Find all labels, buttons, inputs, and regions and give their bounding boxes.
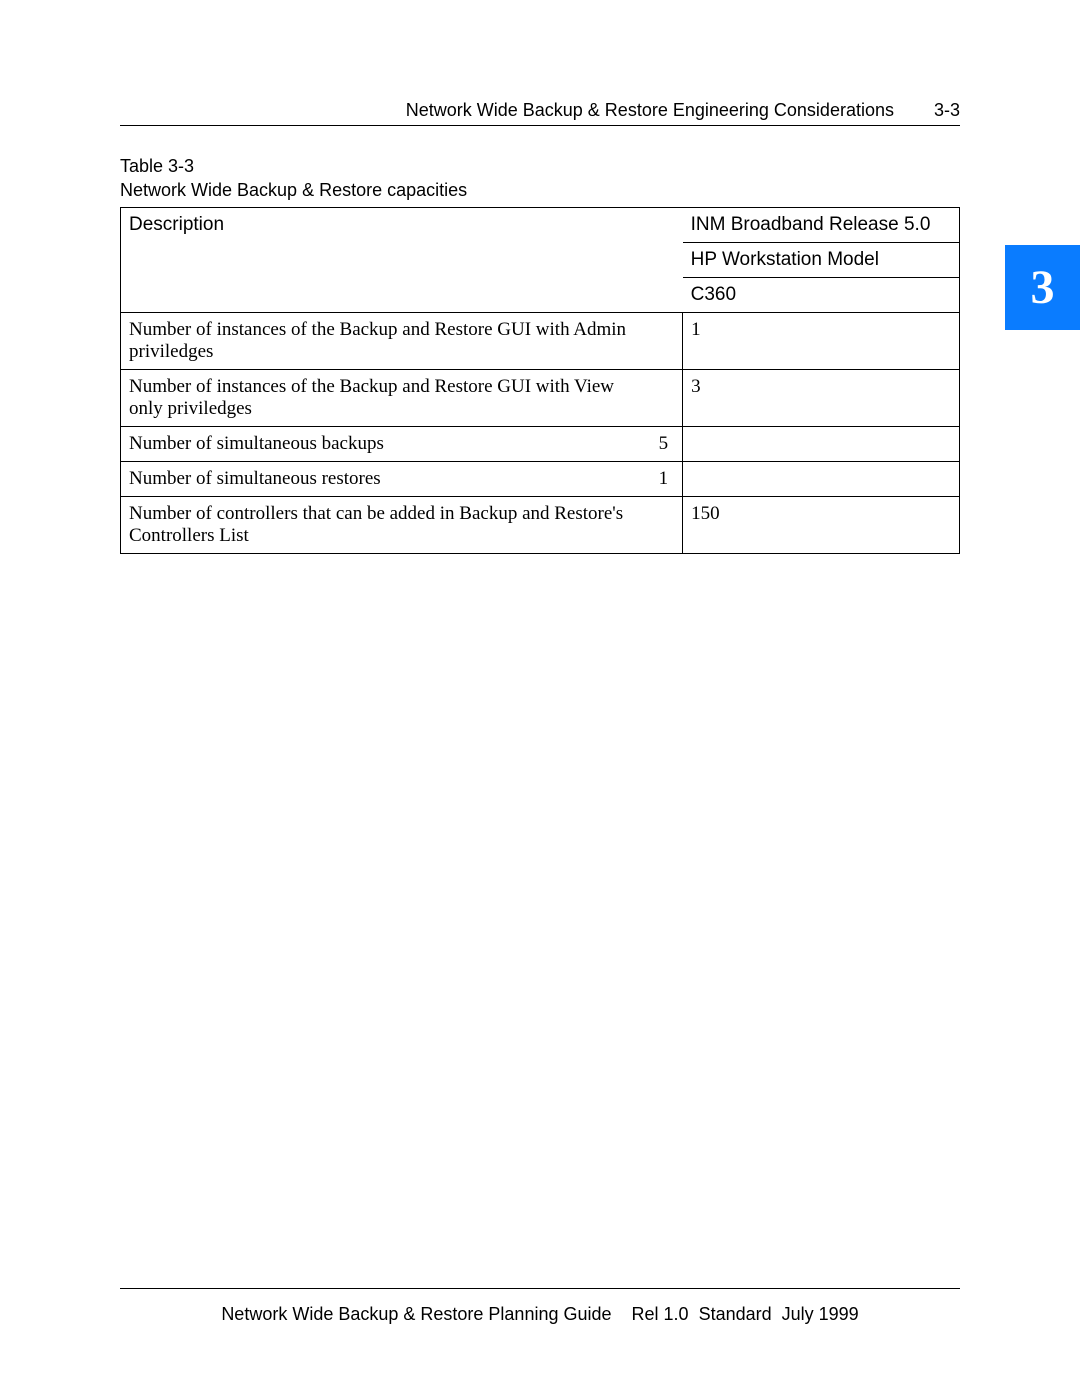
col-header-model: HP Workstation Model xyxy=(683,242,960,277)
cell-value: 3 xyxy=(683,369,960,426)
footer-date: July 1999 xyxy=(782,1304,859,1324)
table-row: Number of simultaneous restores 1 xyxy=(121,461,960,496)
page-header: Network Wide Backup & Restore Engineerin… xyxy=(120,100,960,126)
table-caption-title: Network Wide Backup & Restore capacities xyxy=(120,178,960,202)
footer-rule xyxy=(120,1288,960,1289)
table-row: Number of controllers that can be added … xyxy=(121,496,960,553)
cell-mid xyxy=(641,312,683,369)
footer-release: Rel 1.0 xyxy=(632,1304,689,1324)
cell-mid: 5 xyxy=(641,426,683,461)
header-page-number: 3-3 xyxy=(934,100,960,121)
cell-description: Number of controllers that can be added … xyxy=(121,496,641,553)
table-header-row: HP Workstation Model xyxy=(121,242,960,277)
cell-description: Number of simultaneous backups xyxy=(121,426,641,461)
cell-description: Number of instances of the Backup and Re… xyxy=(121,369,641,426)
header-title: Network Wide Backup & Restore Engineerin… xyxy=(406,100,894,121)
capacities-table: Description INM Broadband Release 5.0 HP… xyxy=(120,207,960,554)
cell-mid xyxy=(641,496,683,553)
cell-description: Number of instances of the Backup and Re… xyxy=(121,312,641,369)
cell-value: 150 xyxy=(683,496,960,553)
footer-standard: Standard xyxy=(699,1304,772,1324)
table-row: Number of simultaneous backups 5 xyxy=(121,426,960,461)
table-row: Number of instances of the Backup and Re… xyxy=(121,312,960,369)
table-row: Number of instances of the Backup and Re… xyxy=(121,369,960,426)
page-footer: Network Wide Backup & Restore Planning G… xyxy=(120,1304,960,1325)
col-header-description: Description xyxy=(121,207,641,242)
cell-value xyxy=(683,426,960,461)
cell-value: 1 xyxy=(683,312,960,369)
cell-mid xyxy=(641,369,683,426)
col-header-c360: C360 xyxy=(683,277,960,312)
col-header-release: INM Broadband Release 5.0 xyxy=(683,207,960,242)
col-header-spacer xyxy=(641,207,683,242)
footer-doc: Network Wide Backup & Restore Planning G… xyxy=(221,1304,611,1324)
table-caption: Table 3-3 Network Wide Backup & Restore … xyxy=(120,154,960,203)
table-caption-number: Table 3-3 xyxy=(120,154,960,178)
table-header-row: Description INM Broadband Release 5.0 xyxy=(121,207,960,242)
cell-mid: 1 xyxy=(641,461,683,496)
cell-value xyxy=(683,461,960,496)
table-header-row: C360 xyxy=(121,277,960,312)
cell-description: Number of simultaneous restores xyxy=(121,461,641,496)
